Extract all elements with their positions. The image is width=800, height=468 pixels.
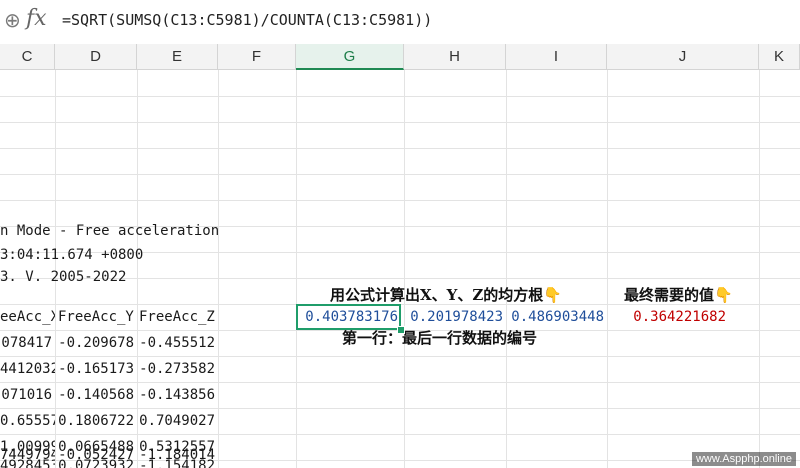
magnifier-icon[interactable]: ⊕	[4, 8, 21, 32]
result-i-cell[interactable]: 0.486903448	[506, 304, 607, 330]
header-freeacc-y[interactable]: FreeAcc_Y	[58, 304, 137, 330]
result-j-cell[interactable]: 0.364221682	[607, 304, 729, 330]
grid-line	[0, 96, 800, 97]
header-freeacc-x[interactable]: eeAcc_X	[0, 304, 55, 330]
grid-line	[0, 122, 800, 123]
table-cell[interactable]: 4928453	[0, 458, 55, 468]
fill-handle[interactable]	[397, 326, 405, 334]
selected-cell-outline	[296, 304, 401, 330]
table-cell[interactable]: -0.455512	[137, 330, 218, 356]
table-cell[interactable]: 078417	[0, 330, 55, 356]
info-version-cell[interactable]: 3. V. 2005-2022	[0, 264, 126, 290]
watermark: www.Aspphp.online	[691, 452, 796, 466]
table-cell[interactable]: -0.273582	[137, 356, 218, 382]
column-header-g[interactable]: G	[296, 44, 404, 70]
table-cell[interactable]: 0.1806722	[55, 408, 137, 434]
table-cell[interactable]: -0.140568	[55, 382, 137, 408]
column-header-j[interactable]: J	[607, 44, 759, 70]
grid-line	[0, 200, 800, 201]
grid-line	[0, 148, 800, 149]
column-header-k[interactable]: K	[759, 44, 800, 70]
info-mode-cell[interactable]: n Mode - Free acceleration	[0, 218, 219, 244]
column-header-d[interactable]: D	[55, 44, 137, 70]
grid-line	[0, 174, 800, 175]
column-header-c[interactable]: C	[0, 44, 55, 70]
table-cell[interactable]: 071016	[0, 382, 55, 408]
table-cell[interactable]: -1.154182	[137, 458, 218, 468]
column-header-i[interactable]: I	[506, 44, 607, 70]
table-cell[interactable]: -0.209678	[55, 330, 137, 356]
table-cell[interactable]: 0.0723932	[55, 458, 137, 468]
table-cell[interactable]: 4412032	[0, 356, 55, 382]
table-cell[interactable]: -0.165173	[55, 356, 137, 382]
table-cell[interactable]: 0.7049027	[137, 408, 218, 434]
result-h-cell[interactable]: 0.201978423	[404, 304, 506, 330]
column-header-h[interactable]: H	[404, 44, 506, 70]
column-header-e[interactable]: E	[137, 44, 218, 70]
column-header-f[interactable]: F	[218, 44, 296, 70]
formula-input[interactable]: =SQRT(SUMSQ(C13:C5981)/COUNTA(C13:C5981)…	[62, 11, 432, 29]
header-freeacc-z[interactable]: FreeAcc_Z	[139, 304, 218, 330]
table-cell[interactable]: -0.143856	[137, 382, 218, 408]
function-fx-icon[interactable]: fx	[26, 6, 47, 31]
table-cell[interactable]: 0.65557	[0, 408, 55, 434]
formula-bar: ⊕ fx =SQRT(SUMSQ(C13:C5981)/COUNTA(C13:C…	[0, 0, 800, 45]
